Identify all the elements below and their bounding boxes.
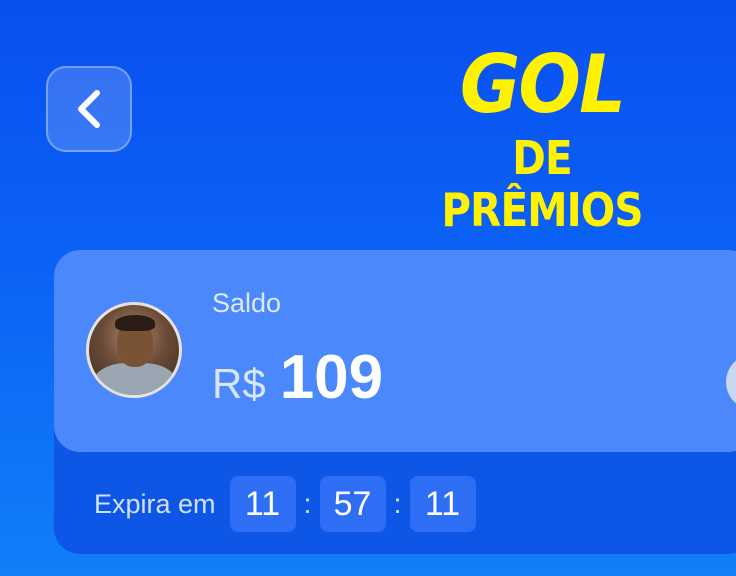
- balance-card: Saldo R$ 109 Expira em 11 : 57 : 11: [54, 250, 736, 554]
- balance-value: R$ 109: [212, 342, 383, 413]
- timer-separator: :: [303, 488, 312, 519]
- expira-label: Expira em: [94, 488, 216, 519]
- timer-minutes: 57: [319, 476, 386, 532]
- logo-line-1: GOL: [459, 38, 626, 131]
- gol-de-premios-logo: GOL DE PRÊMIOS: [392, 38, 692, 237]
- timer-hours: 11: [229, 476, 296, 532]
- currency-symbol: R$: [212, 360, 266, 407]
- expiration-timer: Expira em 11 : 57 : 11: [94, 476, 476, 532]
- logo-line-2: DE PRÊMIOS: [441, 131, 643, 237]
- timer-separator: :: [393, 488, 402, 519]
- balance-card-top: Saldo R$ 109: [54, 250, 736, 452]
- partial-circle-button[interactable]: [726, 354, 736, 410]
- avatar-shirt: [93, 363, 177, 395]
- avatar-hair: [115, 315, 155, 331]
- saldo-label: Saldo: [212, 288, 282, 318]
- chevron-left-icon: [78, 90, 100, 128]
- back-button[interactable]: [46, 66, 132, 152]
- balance-amount: 109: [279, 343, 384, 412]
- avatar[interactable]: [86, 302, 182, 398]
- timer-seconds: 11: [409, 476, 476, 532]
